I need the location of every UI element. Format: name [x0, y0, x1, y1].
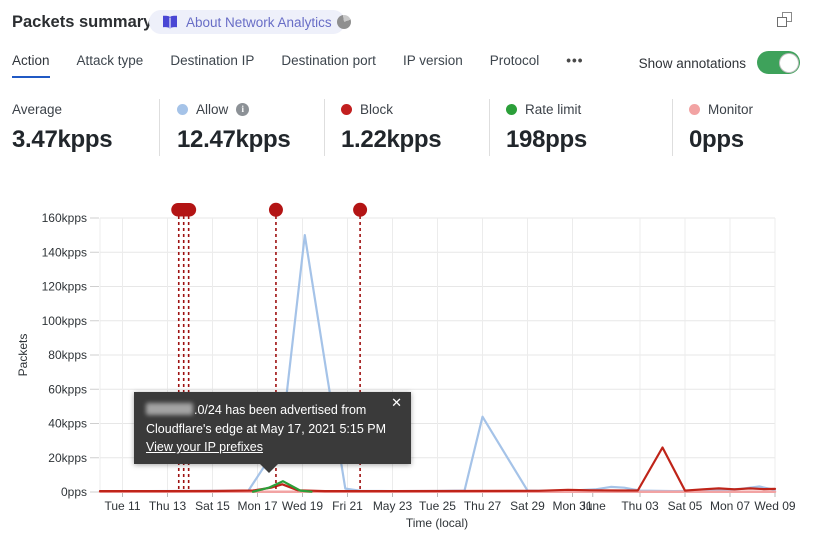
stat-divider: [159, 99, 160, 156]
y-axis-tick-label: 160kpps: [42, 211, 87, 225]
stat-allow-label: Allow: [196, 101, 229, 117]
stat-monitor-label: Monitor: [708, 101, 754, 117]
x-axis-tick-label: Tue 11: [104, 499, 140, 513]
tab-protocol[interactable]: Protocol: [490, 53, 540, 78]
annotation-marker[interactable]: [353, 202, 368, 217]
annotation-marker-cluster[interactable]: [171, 203, 197, 217]
tab-destination-ip[interactable]: Destination IP: [170, 53, 254, 78]
stat-allow: Allow i 12.47kpps: [177, 101, 291, 154]
x-axis-tick-label: Wed 19: [282, 499, 323, 513]
monitor-dot: [689, 103, 700, 115]
tooltip-arrow: [258, 462, 280, 473]
x-axis-tick-label: Sat 15: [195, 499, 230, 513]
stat-block: Block 1.22kpps: [341, 101, 442, 154]
about-network-analytics-badge[interactable]: About Network Analytics: [149, 10, 345, 34]
rate-limit-dot: [506, 103, 517, 115]
x-axis-tick-label: Thu 13: [149, 499, 187, 513]
y-axis-title: Packets: [16, 334, 30, 377]
packets-time-series-chart: 160kpps 140kpps 120kpps 100kpps 80kpps 60kpps…: [16, 202, 796, 530]
stat-rate-limit-value: 198pps: [506, 126, 587, 153]
stat-divider: [489, 99, 490, 156]
tab-attack-type[interactable]: Attack type: [77, 53, 144, 78]
y-axis-tick-label: 20kpps: [48, 451, 87, 465]
stat-average: Average 3.47kpps: [12, 101, 113, 154]
popout-icon[interactable]: [777, 12, 792, 27]
stat-average-label: Average: [12, 101, 63, 117]
y-axis-tick-label: 120kpps: [42, 280, 87, 294]
x-axis-tick-label: Tue 25: [419, 499, 456, 513]
redacted-ip-prefix: [146, 403, 193, 415]
y-axis-tick-label: 100kpps: [42, 314, 87, 328]
show-annotations-label: Show annotations: [638, 56, 746, 71]
stat-monitor-value: 0pps: [689, 126, 744, 153]
annotation-tooltip: ✕ .0/24 has been advertised from Cloudfl…: [134, 392, 411, 473]
stat-block-value: 1.22kpps: [341, 126, 442, 153]
stat-monitor: Monitor 0pps: [689, 101, 753, 154]
x-axis-tick-label: Fri 21: [332, 499, 363, 513]
tab-ip-version[interactable]: IP version: [403, 53, 463, 78]
stat-rate-limit-label: Rate limit: [525, 101, 582, 117]
dimension-tabs: Action Attack type Destination IP Destin…: [12, 53, 583, 78]
annotation-marker[interactable]: [268, 202, 283, 217]
y-axis-tick-label: 140kpps: [42, 245, 87, 259]
more-tabs-icon[interactable]: •••: [566, 53, 583, 78]
x-axis-tick-label: May 23: [373, 499, 413, 513]
toggle-knob: [778, 52, 799, 73]
stat-average-value: 3.47kpps: [12, 126, 113, 153]
stat-block-label: Block: [360, 101, 394, 117]
stat-rate-limit: Rate limit 198pps: [506, 101, 587, 154]
stat-allow-value: 12.47kpps: [177, 126, 291, 153]
y-axis-tick-label: 80kpps: [48, 348, 87, 362]
x-axis-tick-label: Mon 07: [710, 499, 750, 513]
stat-divider: [672, 99, 673, 156]
x-axis-title: Time (local): [406, 516, 468, 530]
book-icon: [162, 15, 178, 29]
x-axis-tick-label: Sat 29: [510, 499, 545, 513]
tooltip-line1: .0/24 has been advertised from: [146, 401, 399, 420]
x-axis-tick-label: Wed 09: [754, 499, 795, 513]
y-axis-tick-label: 60kpps: [48, 382, 87, 396]
view-ip-prefixes-link[interactable]: View your IP prefixes: [146, 440, 263, 454]
info-icon[interactable]: i: [236, 102, 250, 116]
tooltip-line2: Cloudflare's edge at May 17, 2021 5:15 P…: [146, 421, 387, 436]
show-annotations-toggle[interactable]: [757, 51, 800, 74]
x-axis-tick-label: Thu 03: [621, 499, 659, 513]
stat-divider: [324, 99, 325, 156]
y-axis-tick-label: 0pps: [61, 485, 87, 499]
allow-dot: [177, 103, 188, 115]
badge-label: About Network Analytics: [186, 14, 332, 30]
x-axis-tick-label: Mon 17: [237, 499, 277, 513]
x-axis-tick-label: Thu 27: [464, 499, 502, 513]
tooltip-close-icon[interactable]: ✕: [391, 396, 402, 410]
y-axis-tick-label: 40kpps: [48, 417, 87, 431]
usage-pie-icon[interactable]: [337, 15, 351, 29]
x-axis-tick-label: Sat 05: [668, 499, 703, 513]
block-dot: [341, 103, 352, 115]
x-axis-tick-label: June: [580, 499, 606, 513]
tab-action[interactable]: Action: [12, 53, 50, 78]
network-analytics-panel: Packets summary About Network Analytics …: [0, 0, 816, 545]
tab-destination-port[interactable]: Destination port: [281, 53, 376, 78]
page-title: Packets summary: [12, 13, 153, 31]
